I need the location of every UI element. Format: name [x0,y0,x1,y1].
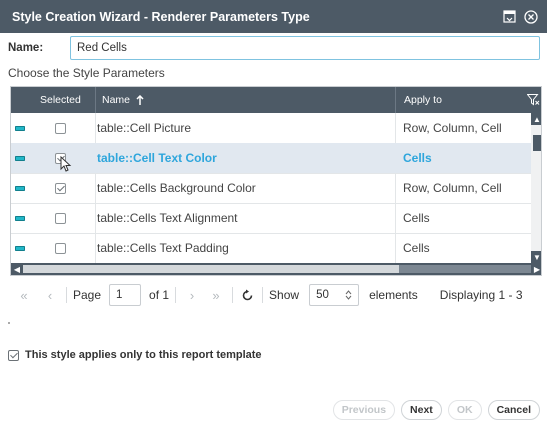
close-icon[interactable] [523,9,539,25]
cancel-button[interactable]: Cancel [487,400,540,420]
divider-dot [8,322,10,324]
vertical-scroll-thumb[interactable] [533,135,541,151]
refresh-icon[interactable] [241,289,254,302]
row-name-cell: table::Cells Text Alignment [97,211,238,225]
grid-header: Selected Name Apply to [11,87,541,113]
next-button[interactable]: Next [401,400,442,420]
parameter-indicator-icon [15,155,25,161]
parameter-indicator-icon [15,125,25,131]
column-header-name[interactable]: Name [95,87,395,113]
row-apply-to-cell: Cells [403,151,432,165]
pager-divider [232,287,234,303]
page-size-select[interactable]: 50 [309,284,360,306]
window-titlebar: Style Creation Wizard - Renderer Paramet… [0,0,547,33]
restore-icon[interactable] [501,9,517,25]
page-size-value: 50 [316,289,329,301]
pagination-bar: « ‹ Page 1 of 1 › » Show 50 elements Dis… [14,282,544,308]
row-name-cell: table::Cell Text Color [97,151,217,165]
column-header-name-label: Name [102,94,131,106]
table-row[interactable]: table::Cells Text Alignment Cells [11,203,531,234]
pager-divider [66,287,67,303]
page-count-label: of 1 [149,288,170,302]
previous-page-button[interactable]: ‹ [40,288,60,303]
report-template-only-option[interactable]: This style applies only to this report t… [8,349,262,361]
table-row[interactable]: table::Cells Background Color Row, Column… [11,173,531,204]
report-template-only-label: This style applies only to this report t… [25,349,262,361]
row-select-checkbox[interactable] [55,182,66,194]
window-title: Style Creation Wizard - Renderer Paramet… [12,9,310,24]
row-indicator-cell [15,113,33,143]
page-label: Page [73,288,102,302]
last-page-button[interactable]: » [206,288,226,303]
report-template-only-checkbox[interactable] [8,349,19,361]
row-select-checkbox[interactable] [55,242,66,254]
scroll-up-icon[interactable]: ▲ [531,113,541,125]
wizard-footer: Previous Next OK Cancel [332,400,540,420]
name-label: Name: [8,42,44,54]
show-label: Show [269,288,300,302]
first-page-button[interactable]: « [14,288,34,303]
horizontal-scroll-thumb[interactable] [23,265,399,273]
table-row[interactable]: table::Cell Picture Row, Column, Cell [11,113,531,144]
parameter-indicator-icon [15,185,25,191]
table-row[interactable]: table::Cell Text Color Cells [11,143,531,174]
parameter-indicator-icon [15,215,25,221]
stepper-icon [345,290,352,300]
name-input[interactable] [70,36,540,60]
row-name-cell: table::Cells Background Color [97,181,256,195]
row-apply-to-cell: Cells [403,211,430,225]
vertical-scrollbar[interactable]: ▲ ▼ [531,113,541,263]
row-indicator-cell [15,233,33,263]
scroll-down-icon[interactable]: ▼ [531,251,541,263]
next-page-button[interactable]: › [182,288,202,303]
row-apply-to-cell: Cells [403,241,430,255]
row-indicator-cell [15,173,33,203]
mouse-cursor-icon [60,156,72,172]
row-apply-to-cell: Row, Column, Cell [403,181,502,195]
row-checkbox-cell [55,113,95,143]
row-indicator-cell [15,143,33,173]
name-row: Name: [8,36,540,60]
row-apply-to-cell: Row, Column, Cell [403,121,502,135]
row-indicator-cell [15,203,33,233]
horizontal-scrollbar[interactable]: ◀ ▶ [11,263,541,275]
column-header-selected-label: Selected [40,94,81,106]
page-number-input[interactable]: 1 [109,284,142,306]
scroll-right-icon[interactable]: ▶ [531,263,541,275]
elements-label: elements [369,288,418,302]
column-header-apply-to[interactable]: Apply to [395,87,541,113]
previous-button[interactable]: Previous [332,400,396,420]
row-checkbox-cell [55,173,95,203]
row-name-cell: table::Cell Picture [97,121,192,135]
row-select-checkbox[interactable] [55,212,66,224]
table-row[interactable]: table::Cells Text Padding Cells [11,233,531,264]
parameter-indicator-icon [15,245,25,251]
style-parameters-grid: Selected Name Apply to table::Cell Pictu… [10,86,542,276]
ok-button[interactable]: OK [447,400,482,420]
pager-divider [262,287,264,303]
pager-divider [175,287,177,303]
row-name-cell: table::Cells Text Padding [97,241,229,255]
row-checkbox-cell [55,233,95,263]
scroll-left-icon[interactable]: ◀ [11,263,23,275]
column-header-apply-to-label: Apply to [404,94,442,106]
column-header-selected[interactable]: Selected [33,87,95,113]
style-parameters-heading: Choose the Style Parameters [8,66,165,80]
sort-ascending-arrow-icon[interactable] [136,94,144,106]
displaying-label: Displaying 1 - 3 [439,288,523,302]
filter-clear-icon[interactable] [527,87,541,113]
row-checkbox-cell [55,203,95,233]
row-select-checkbox[interactable] [55,122,66,134]
